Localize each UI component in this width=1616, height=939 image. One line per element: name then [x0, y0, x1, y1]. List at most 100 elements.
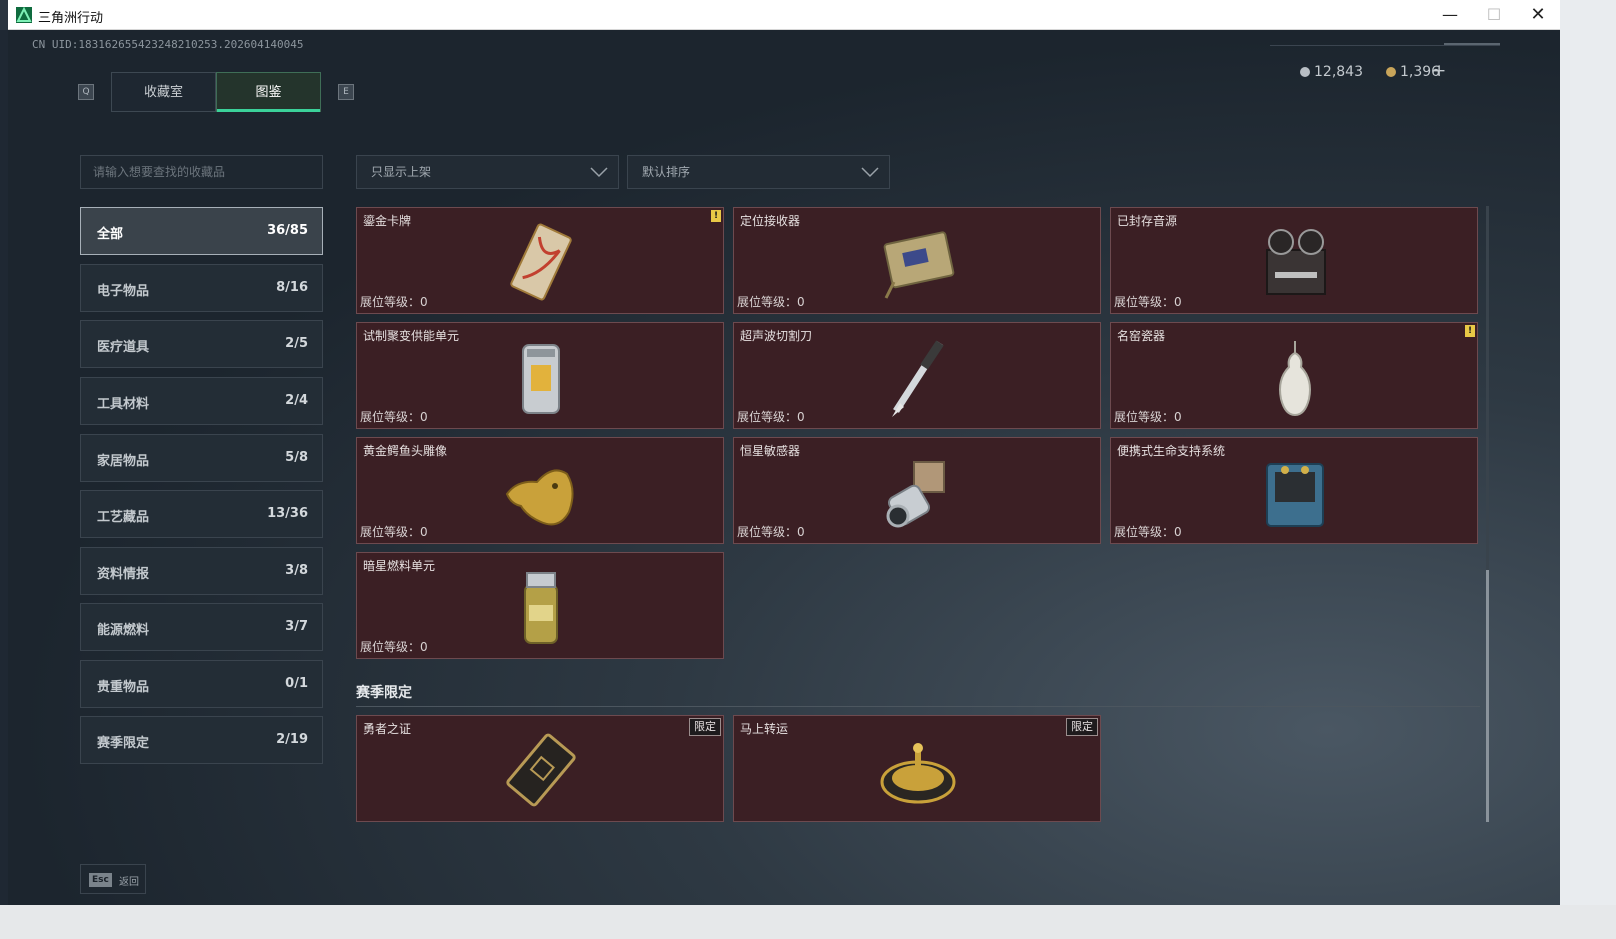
item-name: 试制聚变供能单元: [363, 329, 460, 343]
silver-coin-icon: [1300, 67, 1310, 77]
item-card-life-support[interactable]: 便携式生命支持系统 展位等级：0: [1110, 437, 1478, 544]
item-level: 展位等级：0: [737, 410, 805, 424]
item-name: 已封存音源: [1117, 214, 1178, 228]
porcelain-vase-icon: [1279, 341, 1311, 417]
fuel-cell-icon: [524, 572, 558, 644]
header-divider: [1270, 45, 1500, 46]
currency-silver: 12,843: [1300, 64, 1363, 80]
item-level: 展位等级：0: [1114, 295, 1182, 309]
item-name: 便携式生命支持系统: [1117, 444, 1226, 458]
maximize-button[interactable]: ☐: [1472, 0, 1516, 30]
category-count: 13/36: [267, 506, 308, 521]
item-card-sealed-audio[interactable]: 已封存音源 展位等级：0: [1110, 207, 1478, 314]
item-name: 超声波切割刀: [740, 329, 813, 343]
cutter-knife-icon: [892, 340, 944, 417]
add-currency-button[interactable]: +: [1432, 61, 1446, 81]
item-level: 展位等级：0: [1114, 525, 1182, 539]
fortune-wheel-icon: [880, 743, 956, 804]
category-label: 资料情报: [97, 567, 150, 582]
sort-value: 默认排序: [642, 165, 691, 179]
item-card-badge-of-valor[interactable]: 勇者之证 限定: [356, 715, 724, 822]
item-card-dark-star-fuel[interactable]: 暗星燃料单元 展位等级：0: [356, 552, 724, 659]
chevron-down-icon: [861, 167, 879, 178]
crocodile-statue-icon: [505, 469, 574, 526]
item-name: 勇者之证: [363, 722, 412, 736]
tab-collection-room[interactable]: 收藏室: [111, 72, 216, 112]
item-card-golden-crocodile[interactable]: 黄金鳄鱼头雕像 展位等级：0: [356, 437, 724, 544]
item-name: 暗星燃料单元: [363, 559, 436, 573]
item-level: 展位等级：0: [737, 295, 805, 309]
item-card-famous-porcelain[interactable]: 名窑瓷器 ! 展位等级：0: [1110, 322, 1478, 429]
section-season-limited-title: 赛季限定: [356, 685, 412, 701]
limited-tag: 限定: [689, 718, 721, 736]
category-valuables[interactable]: 贵重物品 0/1: [80, 660, 323, 708]
sort-dropdown[interactable]: 默认排序: [627, 155, 890, 189]
category-all[interactable]: 全部 36/85: [80, 207, 323, 255]
search-input[interactable]: 请输入想要查找的收藏品: [80, 155, 323, 189]
item-level: 展位等级：0: [737, 525, 805, 539]
desktop-right-edge: [1560, 0, 1616, 939]
gilded-card-icon: [510, 223, 572, 301]
display-filter-value: 只显示上架: [371, 165, 432, 179]
category-label: 能源燃料: [97, 623, 150, 638]
minimize-button[interactable]: —: [1428, 0, 1472, 30]
esc-key-hint: Esc: [89, 873, 112, 887]
category-count: 0/1: [285, 676, 308, 691]
item-card-positioning-receiver[interactable]: 定位接收器 展位等级：0: [733, 207, 1101, 314]
notice-badge: !: [711, 210, 721, 222]
category-count: 8/16: [276, 280, 308, 295]
item-name: 鎏金卡牌: [363, 214, 412, 228]
category-tools[interactable]: 工具材料 2/4: [80, 377, 323, 425]
item-card-ultrasonic-cutter[interactable]: 超声波切割刀 展位等级：0: [733, 322, 1101, 429]
window-title: 三角洲行动: [38, 11, 104, 26]
item-level: 展位等级：0: [360, 295, 428, 309]
life-support-icon: [1266, 463, 1324, 527]
item-card-fusion-power-unit[interactable]: 试制聚变供能单元 展位等级：0: [356, 322, 724, 429]
tab-next-key-hint: E: [338, 84, 354, 100]
close-button[interactable]: ✕: [1516, 0, 1560, 30]
category-label: 贵重物品: [97, 680, 150, 695]
desktop-taskbar-edge: [0, 905, 1616, 939]
category-count: 36/85: [267, 223, 308, 238]
display-filter-dropdown[interactable]: 只显示上架: [356, 155, 619, 189]
game-view: CN UID:1831626554232482102​53.2026041400…: [8, 30, 1560, 905]
category-label: 医疗道具: [97, 340, 150, 355]
category-count: 3/7: [285, 619, 308, 634]
title-bar: 三角洲行动 — ☐ ✕: [8, 0, 1560, 30]
category-label: 全部: [97, 227, 124, 242]
item-level: 展位等级：0: [1114, 410, 1182, 424]
category-season-limited[interactable]: 赛季限定 2/19: [80, 716, 323, 764]
category-intel[interactable]: 资料情报 3/8: [80, 547, 323, 595]
app-window: 三角洲行动 — ☐ ✕ CN UID:1831626554232482102​5…: [8, 0, 1560, 905]
app-logo-icon: [16, 7, 32, 23]
category-count: 3/8: [285, 563, 308, 578]
category-label: 电子物品: [97, 284, 150, 299]
uid-label: CN UID:1831626554232482102​53.2026041400…: [32, 38, 304, 51]
back-label: 返回: [119, 877, 139, 888]
category-label: 工艺藏品: [97, 510, 150, 525]
category-household[interactable]: 家居物品 5/8: [80, 434, 323, 482]
item-name: 马上转运: [740, 722, 789, 736]
category-count: 2/4: [285, 393, 308, 408]
category-label: 赛季限定: [97, 736, 150, 751]
scrollbar-thumb[interactable]: [1486, 570, 1489, 822]
star-sensor-icon: [886, 461, 945, 528]
item-name: 恒星敏感器: [740, 444, 801, 458]
item-card-star-sensor[interactable]: 恒星敏感器 展位等级：0: [733, 437, 1101, 544]
category-medical[interactable]: 医疗道具 2/5: [80, 320, 323, 368]
category-crafts[interactable]: 工艺藏品 13/36: [80, 490, 323, 538]
category-count: 2/5: [285, 336, 308, 351]
item-level: 展位等级：0: [360, 640, 428, 654]
back-button[interactable]: Esc 返回: [80, 864, 146, 894]
category-label: 工具材料: [97, 397, 150, 412]
item-card-gilded-card[interactable]: 鎏金卡牌 ! 展位等级：0: [356, 207, 724, 314]
category-electronics[interactable]: 电子物品 8/16: [80, 264, 323, 312]
tab-codex[interactable]: 图鉴: [216, 72, 321, 112]
item-name: 名窑瓷器: [1117, 329, 1166, 343]
category-count: 5/8: [285, 450, 308, 465]
item-name: 定位接收器: [740, 214, 801, 228]
category-energy[interactable]: 能源燃料 3/7: [80, 603, 323, 651]
gold-coin-icon: [1386, 67, 1396, 77]
item-card-instant-fortune[interactable]: 马上转运 限定: [733, 715, 1101, 822]
limited-tag: 限定: [1066, 718, 1098, 736]
